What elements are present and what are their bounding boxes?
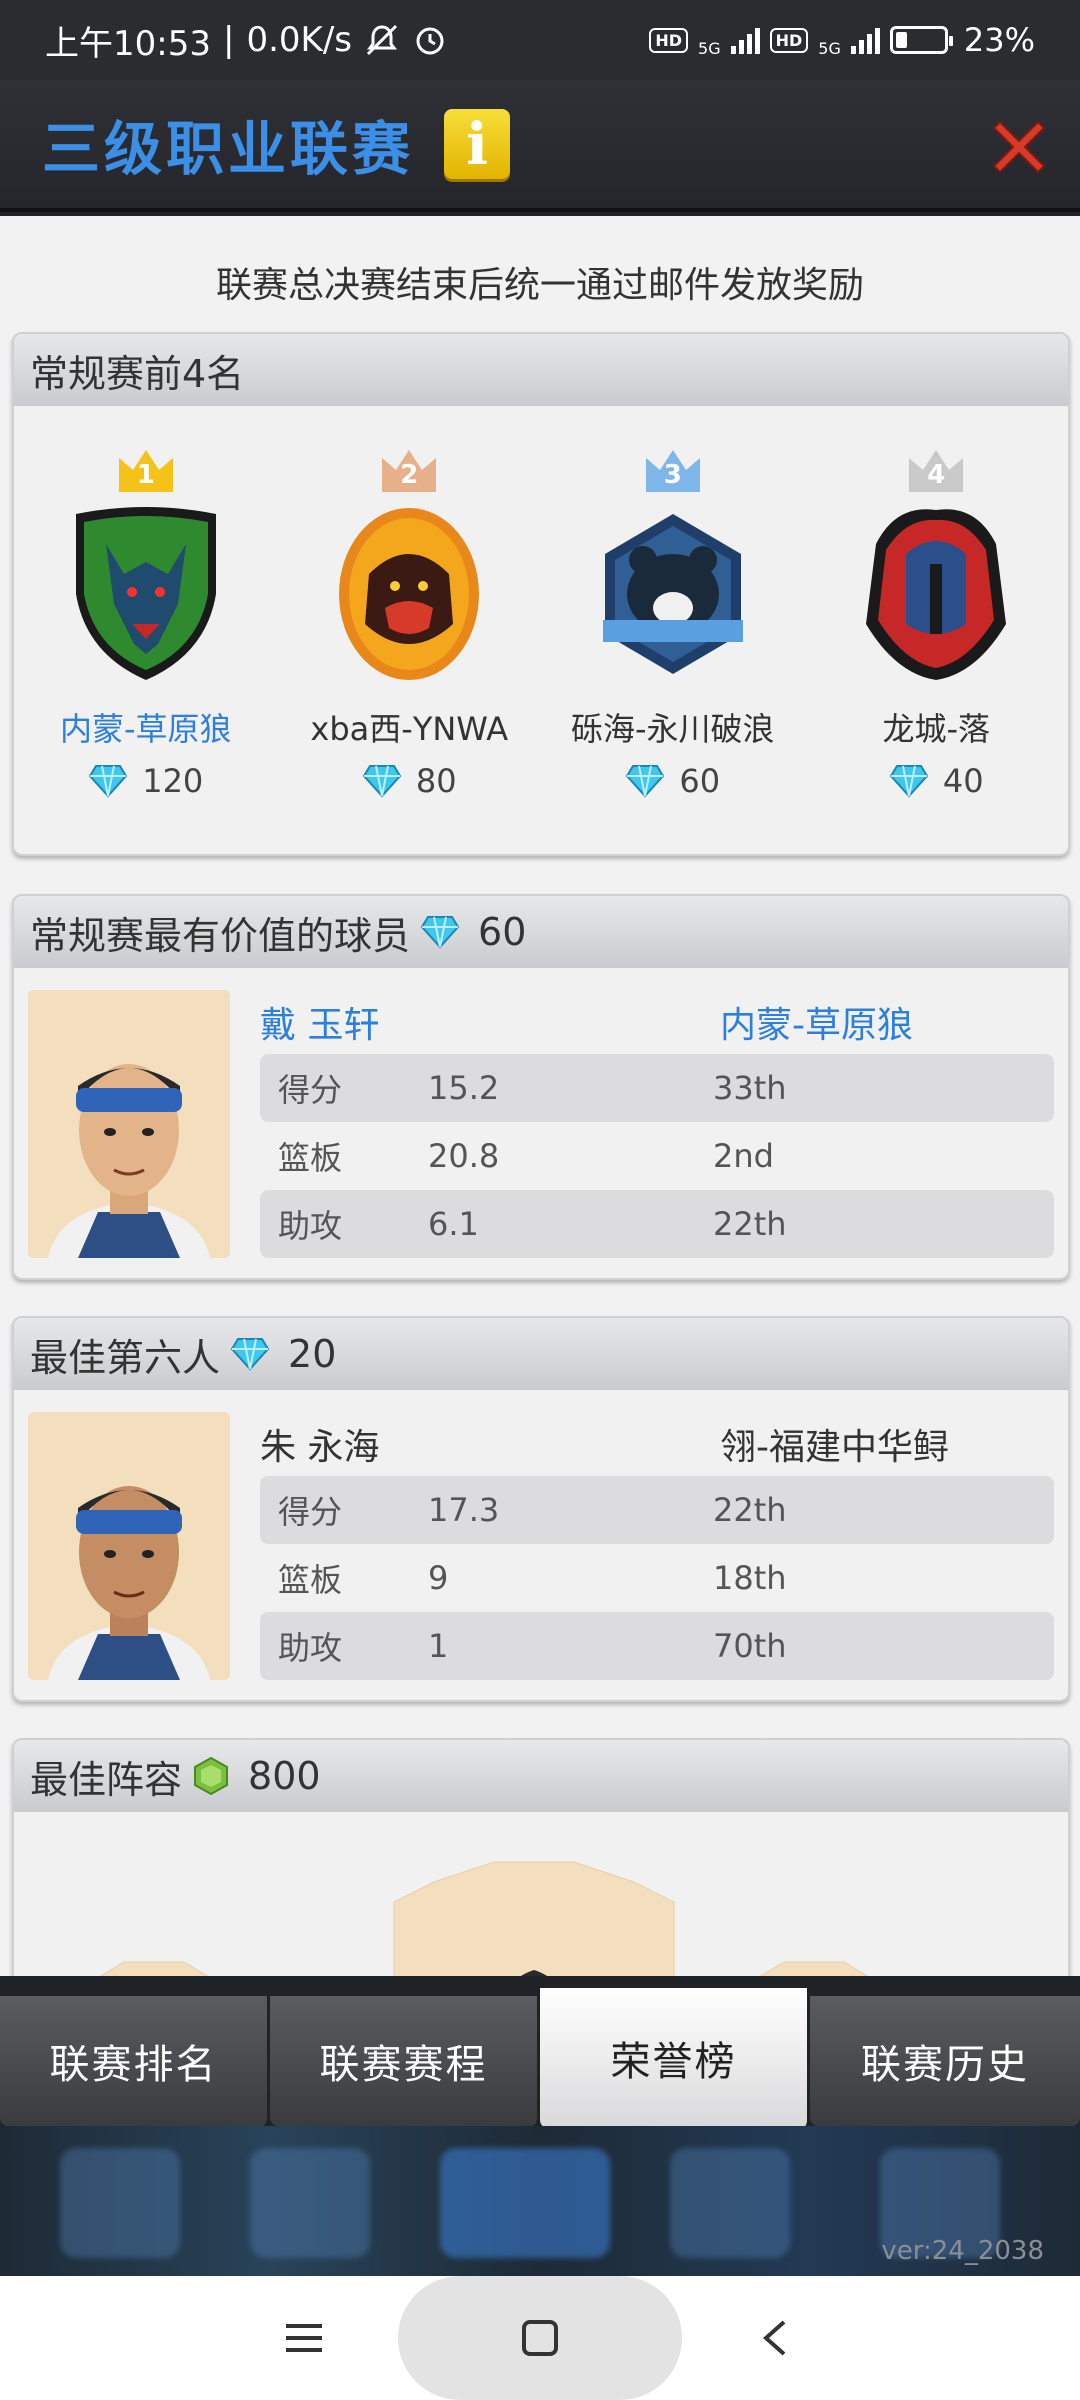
signal-icon: [730, 26, 760, 54]
crown-icon: 3: [642, 446, 704, 496]
stat-row: 得分 15.2 33th: [260, 1054, 1054, 1122]
tab-league-history[interactable]: 联赛历史: [810, 1996, 1080, 2126]
player-team[interactable]: 内蒙-草原狼: [720, 996, 913, 1048]
reward: 40: [889, 762, 984, 800]
reward: 60: [625, 762, 720, 800]
lineup-header: 最佳阵容 800: [14, 1740, 1068, 1812]
menu-icon-blurred: [670, 2148, 790, 2258]
honor-board-content: 联赛总决赛结束后统一通过邮件发放奖励 常规赛前4名 1 内蒙-草原狼 120 2…: [0, 216, 1080, 1976]
status-net-speed: 0.0K/s: [246, 20, 352, 60]
menu-icon[interactable]: [284, 2318, 324, 2358]
token-icon: [194, 1756, 229, 1796]
signal-icon-2: [850, 26, 880, 54]
team-name: 砾海-永川破浪: [570, 710, 775, 748]
team-item[interactable]: 2 xba西-YNWA 80: [284, 446, 534, 800]
diamond-icon: [420, 916, 460, 949]
mvp-header: 常规赛最有价值的球员 60: [14, 896, 1068, 968]
title-bar: 三级职业联赛 i: [0, 80, 1080, 212]
battery-percent: 23%: [963, 21, 1035, 59]
info-button[interactable]: i: [444, 109, 511, 179]
tab-honor-board[interactable]: 荣誉榜: [540, 1988, 810, 2128]
lineup-area: [14, 1812, 1068, 1976]
sixth-man-card: 最佳第六人 20 朱 永海 翎-福建中华鲟 得分 17.3 22th 篮板 9 …: [12, 1316, 1070, 1702]
version-label: ver:24_2038: [881, 2236, 1044, 2266]
lineup-reward: 800: [248, 1754, 321, 1798]
diamond-icon: [230, 1338, 270, 1371]
hd-icon: HD: [649, 27, 689, 53]
crown-icon: 4: [905, 446, 967, 496]
team-item[interactable]: 4 龙城-落 40: [811, 446, 1061, 800]
diamond-icon: [626, 765, 665, 798]
bear-logo-icon: [602, 514, 743, 674]
reward-notice: 联赛总决赛结束后统一通过邮件发放奖励: [215, 265, 864, 306]
alarm-icon: [412, 22, 448, 58]
top4-header: 常规赛前4名: [14, 334, 1068, 406]
lineup-title: 最佳阵容: [30, 1757, 183, 1802]
menu-icon-blurred: [440, 2148, 610, 2258]
player-team[interactable]: 翎-福建中华鲟: [720, 1418, 949, 1470]
reward: 80: [362, 762, 457, 800]
player-name[interactable]: 戴 玉轩: [260, 996, 720, 1048]
sixth-man-title: 最佳第六人: [30, 1335, 221, 1380]
gorilla-logo-icon: [339, 508, 480, 680]
diamond-icon: [362, 765, 402, 798]
team-name: 内蒙-草原狼: [59, 710, 232, 748]
team-name: 龙城-落: [882, 710, 991, 748]
player-portrait[interactable]: [28, 1412, 230, 1680]
hd-icon-2: HD: [769, 27, 809, 53]
top4-title: 常规赛前4名: [30, 351, 245, 396]
diamond-icon: [88, 765, 128, 798]
stat-row: 助攻 1 70th: [260, 1612, 1054, 1680]
tab-league-ranking[interactable]: 联赛排名: [0, 1996, 270, 2126]
reward: 120: [88, 762, 203, 800]
spartan-logo-icon: [866, 509, 1007, 680]
tab-league-schedule[interactable]: 联赛赛程: [270, 1996, 540, 2126]
back-icon[interactable]: [756, 2318, 796, 2358]
stat-row: 助攻 6.1 22th: [260, 1190, 1054, 1258]
stat-row: 得分 17.3 22th: [260, 1476, 1054, 1544]
stat-row: 篮板 9 18th: [278, 1559, 787, 1599]
menu-icon-blurred: [60, 2148, 180, 2258]
crown-icon: 2: [378, 446, 440, 496]
stat-row: 篮板 20.8 2nd: [278, 1137, 774, 1177]
menu-icon-blurred: [250, 2148, 370, 2258]
team-item[interactable]: 1 内蒙-草原狼 120: [21, 446, 271, 800]
team-item[interactable]: 3 砾海-永川破浪 60: [548, 446, 798, 800]
battery-icon: [889, 26, 953, 54]
net-type-label: 5G: [698, 39, 721, 58]
crown-icon: 1: [115, 446, 177, 496]
wolf-logo-icon: [75, 507, 216, 680]
mvp-reward: 60: [478, 910, 527, 954]
diamond-icon: [889, 765, 929, 798]
mute-icon: [364, 22, 400, 58]
sixth-man-header: 最佳第六人 20: [14, 1318, 1068, 1390]
net-type-label-2: 5G: [818, 39, 841, 58]
team-name: xba西-YNWA: [310, 710, 509, 748]
mvp-card: 常规赛最有价值的球员 60 戴 玉轩 内蒙-草原狼 得分 15.2 33th 篮…: [12, 894, 1070, 1280]
player-name[interactable]: 朱 永海: [260, 1418, 720, 1470]
mvp-title: 常规赛最有价值的球员: [30, 913, 411, 958]
top4-card: 常规赛前4名 1 内蒙-草原狼 120 2 xba西-YNWA 80 3 砾海-…: [12, 332, 1070, 856]
status-bar: 上午10:53 | 0.0K/s HD 5G HD 5G 23%: [0, 0, 1080, 80]
game-menu-blurred: ver:24_2038: [0, 2126, 1080, 2276]
home-icon[interactable]: [520, 2318, 560, 2358]
bottom-tabs: 联赛排名 联赛赛程 荣誉榜 联赛历史: [0, 1988, 1080, 2128]
player-portrait[interactable]: [28, 990, 230, 1258]
status-time: 上午10:53: [45, 23, 211, 64]
system-nav-bar: [0, 2276, 1080, 2400]
page-title: 三级职业联赛: [42, 115, 415, 183]
close-icon[interactable]: [986, 114, 1052, 180]
lineup-card: 最佳阵容 800: [12, 1738, 1070, 1976]
sixth-man-reward: 20: [288, 1332, 337, 1376]
